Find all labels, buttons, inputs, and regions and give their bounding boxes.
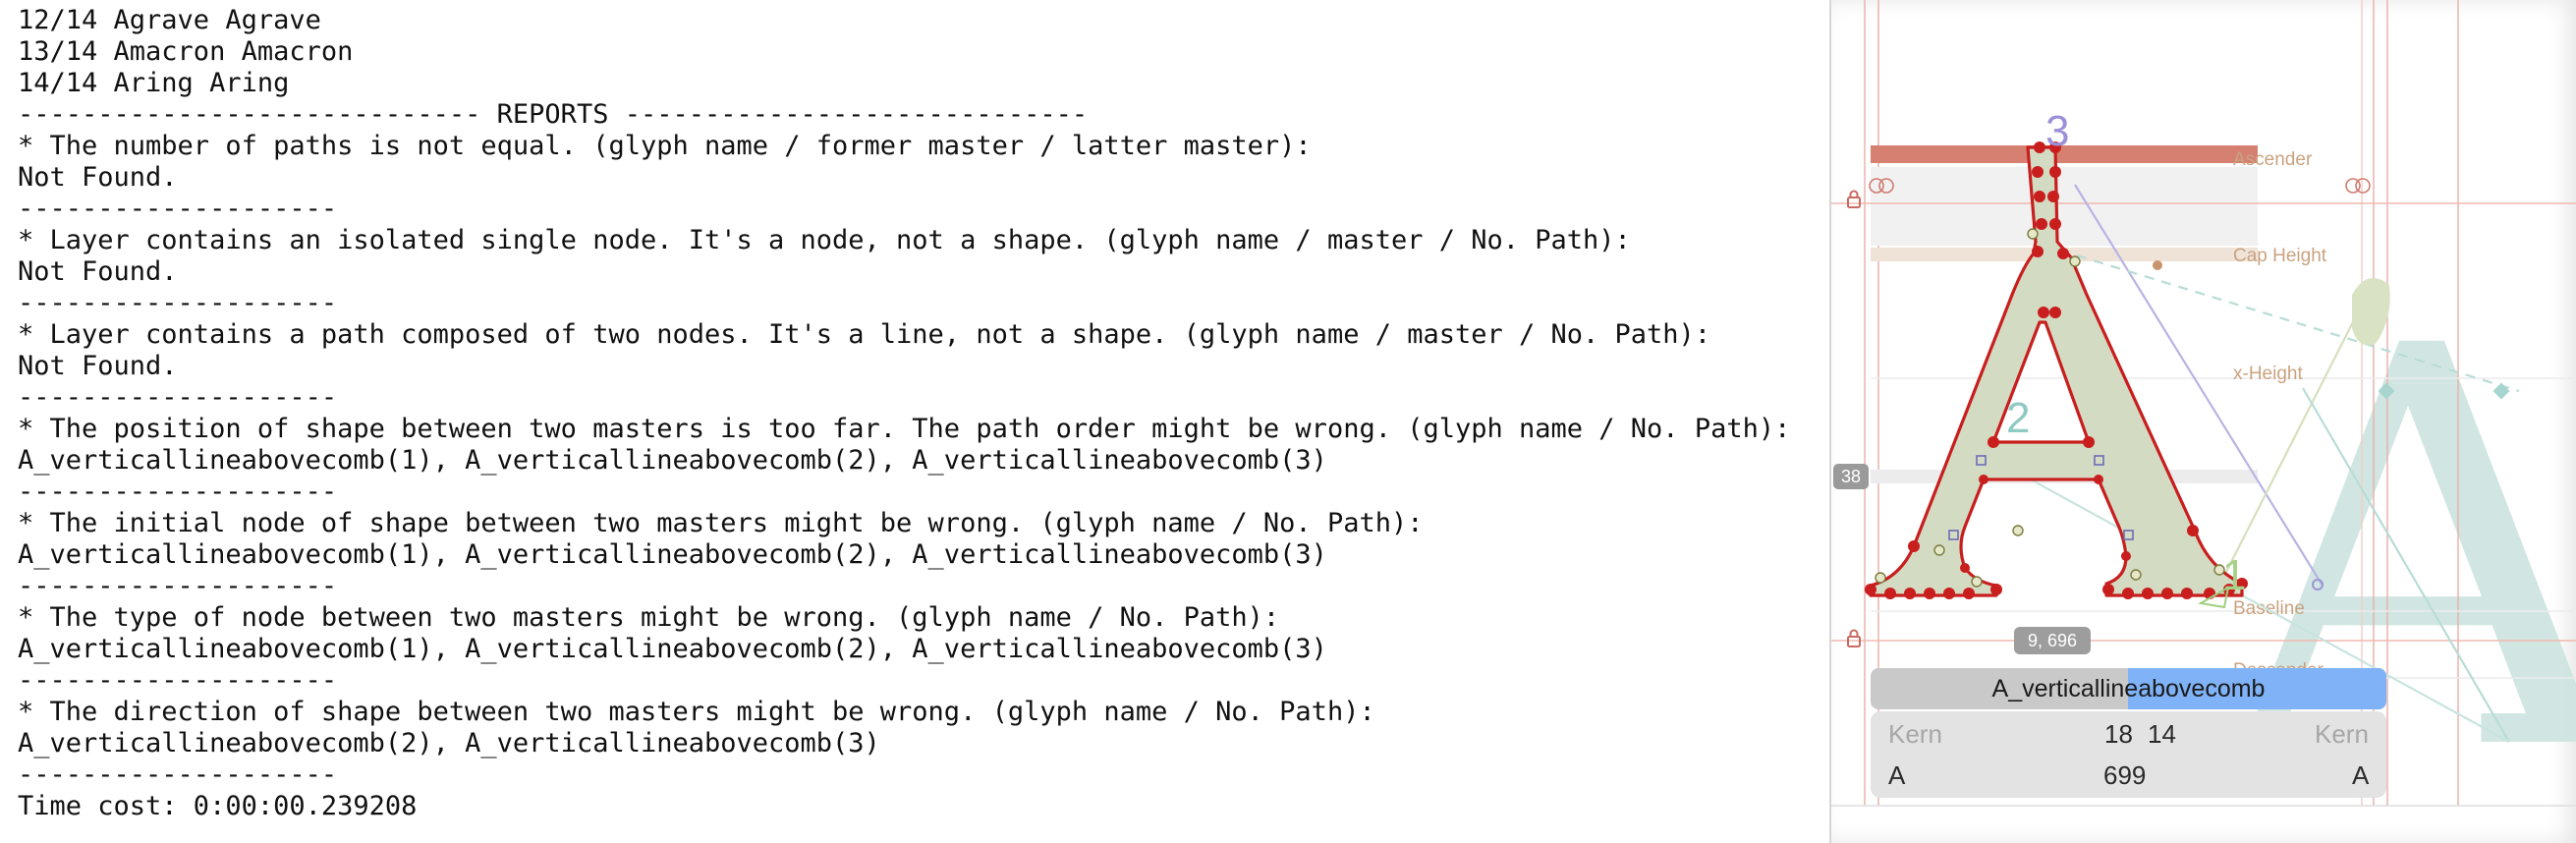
anchor-node[interactable] — [2153, 260, 2162, 270]
glyph-width-value[interactable]: 699 — [2103, 760, 2146, 791]
x-height-label: x-Height — [2233, 364, 2303, 384]
report-line: Not Found. — [18, 256, 178, 287]
report-line: * The type of node between two masters m… — [18, 602, 1280, 633]
left-kern-label: Kern — [1888, 719, 1942, 749]
path-number-1: 1 — [2222, 551, 2246, 599]
glyph-name-label: A_verticallineabovecomb — [1991, 675, 2266, 702]
report-line: A_verticallineabovecomb(1), A_verticalli… — [18, 634, 1327, 664]
lock-icon[interactable] — [1847, 190, 1861, 208]
glyph-bounds-area — [1871, 167, 2258, 246]
report-line: 12/14 Agrave Agrave — [18, 5, 321, 35]
lock-icon[interactable] — [1847, 629, 1861, 647]
report-line: -------------------- — [18, 759, 338, 790]
report-line: -------------------- — [18, 665, 338, 696]
report-line: * Layer contains a path composed of two … — [18, 319, 1711, 350]
ascender-label: Ascender — [2233, 149, 2313, 170]
kerning-panel: Kern 18 14 Kern A 699 A — [1871, 711, 2386, 798]
report-line: ----------------------------- REPORTS --… — [18, 99, 1089, 130]
cap-height-label: Cap Height — [2233, 246, 2327, 266]
glyph-editor-canvas[interactable]: A Ascender Cap Height x-Height — [1829, 0, 2576, 843]
report-line: A_verticallineabovecomb(1), A_verticalli… — [18, 445, 1327, 476]
right-kern-label: Kern — [2315, 719, 2369, 749]
report-line: -------------------- — [18, 571, 338, 601]
report-line: Not Found. — [18, 351, 178, 381]
report-line: 14/14 Aring Aring — [18, 68, 290, 98]
left-glyph-label: A — [1888, 760, 1906, 790]
report-line: -------------------- — [18, 477, 338, 507]
left-sidebearing-value[interactable]: 18 — [2104, 719, 2133, 750]
glyph-name-field[interactable]: A_verticallineabovecomb — [1871, 668, 2386, 709]
report-line: * The direction of shape between two mas… — [18, 697, 1375, 727]
report-line: -------------------- — [18, 382, 338, 413]
sidebearing-badge: 38 — [1833, 464, 1869, 489]
report-line: -------------------- — [18, 194, 338, 224]
report-line: * The number of paths is not equal. (gly… — [18, 131, 1312, 161]
path-number-2: 2 — [2006, 394, 2030, 442]
right-glyph-label: A — [2352, 760, 2370, 790]
report-console: 12/14 Agrave Agrave 13/14 Amacron Amacron… — [0, 0, 1829, 843]
report-line: -------------------- — [18, 288, 338, 318]
report-line: 13/14 Amacron Amacron — [18, 36, 354, 67]
path-number-3: 3 — [2045, 107, 2069, 155]
report-line: * The position of shape between two mast… — [18, 414, 1791, 444]
right-sidebearing-value[interactable]: 14 — [2148, 719, 2176, 750]
report-line: A_verticallineabovecomb(1), A_verticalli… — [18, 539, 1327, 570]
baseline-label: Baseline — [2233, 598, 2305, 619]
coordinate-badge: 9, 696 — [2014, 627, 2091, 654]
report-line: A_verticallineabovecomb(2), A_verticalli… — [18, 728, 880, 759]
report-line: Time cost: 0:00:00.239208 — [18, 791, 418, 821]
report-line: * Layer contains an isolated single node… — [18, 225, 1631, 255]
report-line: * The initial node of shape between two … — [18, 508, 1424, 538]
report-line: Not Found. — [18, 162, 178, 193]
